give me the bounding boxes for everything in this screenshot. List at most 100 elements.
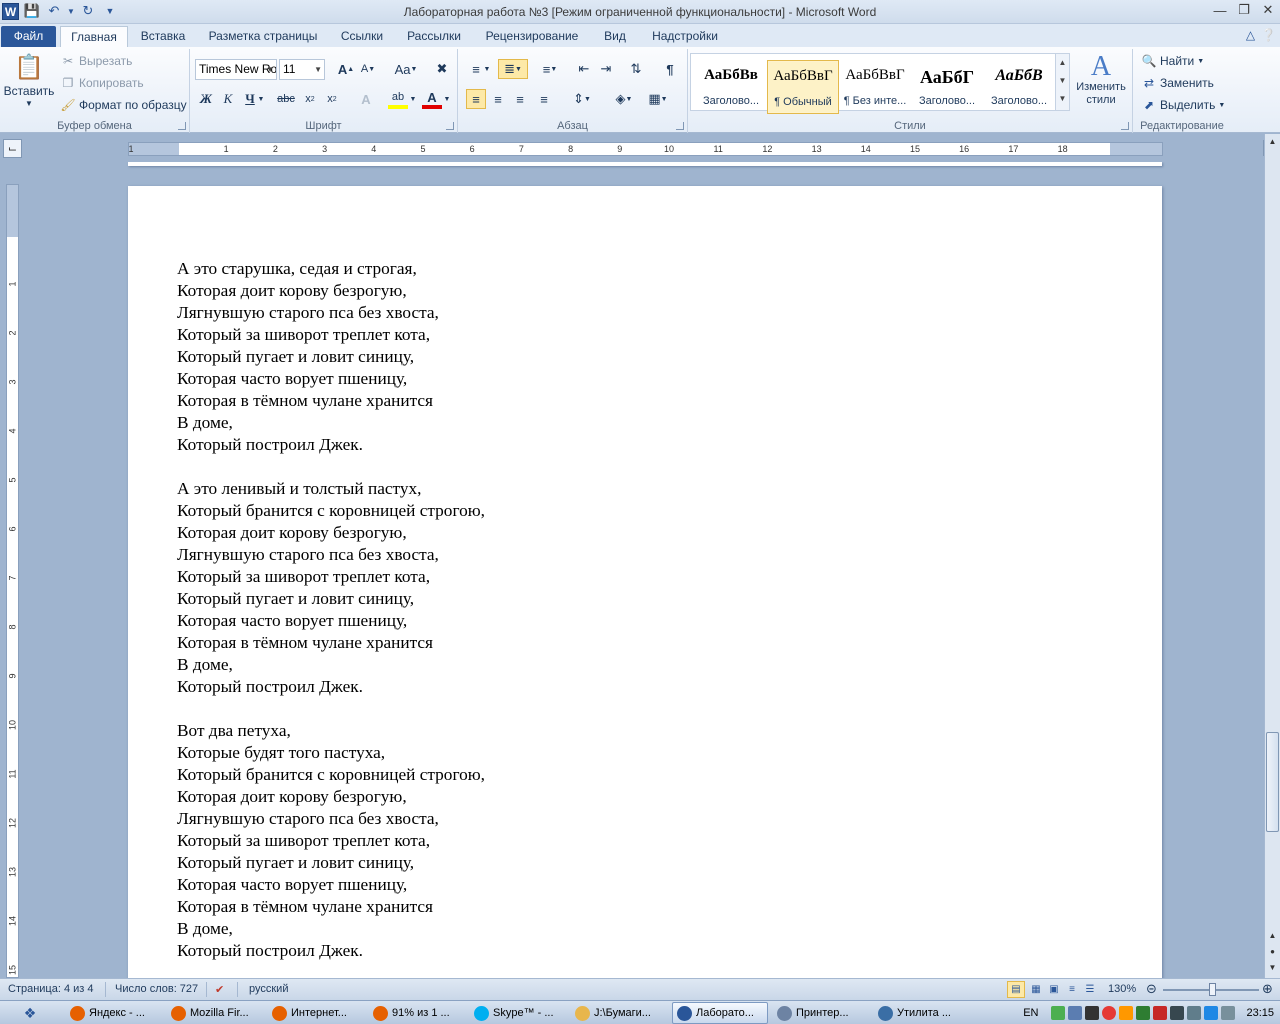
text-effects-icon[interactable]: A: [356, 89, 376, 109]
text-line[interactable]: Который за шиворот треплет кота,: [177, 830, 485, 852]
text-line[interactable]: Которая доит корову безрогую,: [177, 522, 485, 544]
text-line[interactable]: Которая доит корову безрогую,: [177, 280, 485, 302]
scroll-up-icon[interactable]: ▲: [1265, 928, 1280, 944]
sort-icon[interactable]: ⇅: [626, 59, 646, 79]
vertical-ruler[interactable]: 1 2 3 4 5 6 7 8 9 10 11 12 13 14 15: [6, 184, 19, 978]
increase-indent-icon[interactable]: ⇥: [596, 59, 616, 79]
line-spacing-icon[interactable]: ⇕ ▼: [568, 89, 596, 109]
clock[interactable]: 23:15: [1246, 1007, 1274, 1019]
text-line[interactable]: Которая в тёмном чулане хранится: [177, 896, 485, 918]
text-line[interactable]: Который построил Джек.: [177, 434, 485, 456]
taskbar-item[interactable]: Яндекс - ...: [66, 1002, 162, 1024]
highlight-dropdown-icon[interactable]: ▼: [408, 89, 418, 109]
shading-icon[interactable]: ◈ ▼: [610, 89, 638, 109]
zoom-level[interactable]: 130%: [1108, 983, 1136, 995]
align-left-icon[interactable]: ≡: [466, 89, 486, 109]
styles-scroll-down-icon[interactable]: ▼: [1056, 72, 1069, 90]
font-name-combo[interactable]: Times New Ro ▼: [195, 59, 277, 80]
text-line[interactable]: Который пугает и ловит синицу,: [177, 588, 485, 610]
tab-file[interactable]: Файл: [1, 26, 56, 47]
tray-antivirus-icon[interactable]: [1102, 1006, 1117, 1020]
start-button[interactable]: ❖: [2, 1003, 58, 1023]
shrink-font-icon[interactable]: A ▼: [358, 59, 378, 79]
style-normal[interactable]: АаБбВвГ ¶ Обычный: [767, 60, 839, 114]
multilevel-list-icon[interactable]: ≡ ▼: [536, 59, 564, 79]
tray-shield-icon[interactable]: [1119, 1006, 1134, 1020]
zoom-slider-thumb[interactable]: [1209, 983, 1216, 996]
scroll-down-icon[interactable]: ▼: [1265, 960, 1280, 976]
tab-stop-selector-icon[interactable]: ⌙: [3, 139, 22, 158]
text-line[interactable]: Которая часто ворует пшеницу,: [177, 874, 485, 896]
align-center-icon[interactable]: ≡: [488, 89, 508, 109]
close-icon[interactable]: ✕: [1256, 0, 1280, 20]
text-line[interactable]: Лягнувшую старого пса без хвоста,: [177, 302, 485, 324]
vertical-scrollbar[interactable]: ▲ ▲ ● ▼: [1264, 134, 1280, 978]
horizontal-ruler[interactable]: 1 1 2 3 4 5 6 7 8 9 10 11 12 13 14 15 16 17 18: [128, 142, 1163, 156]
tray-monitor-icon[interactable]: [1085, 1006, 1100, 1020]
numbering-icon[interactable]: ≣ ▼: [498, 59, 528, 79]
tab-page-layout[interactable]: Разметка страницы: [200, 26, 326, 47]
clear-formatting-icon[interactable]: ✖: [432, 59, 452, 79]
text-line[interactable]: Вот два петуха,: [177, 720, 485, 742]
maximize-icon[interactable]: ❐: [1232, 0, 1256, 20]
cut-button[interactable]: ✂ Вырезать: [60, 53, 132, 69]
tab-insert[interactable]: Вставка: [133, 26, 193, 47]
scroll-up-icon[interactable]: ▲: [1265, 134, 1280, 150]
style-no-spacing[interactable]: АаБбВвГ ¶ Без инте...: [839, 60, 911, 114]
find-button[interactable]: 🔍 Найти ▼: [1141, 53, 1205, 69]
text-line[interactable]: Лягнувшую старого пса без хвоста,: [177, 808, 485, 830]
taskbar-item[interactable]: Mozilla Fir...: [167, 1002, 263, 1024]
taskbar-item[interactable]: J:\Бумаги...: [571, 1002, 667, 1024]
text-line[interactable]: Которая часто ворует пшеницу,: [177, 368, 485, 390]
text-line[interactable]: Которая в тёмном чулане хранится: [177, 632, 485, 654]
align-right-icon[interactable]: ≡: [510, 89, 530, 109]
subscript-icon[interactable]: x2: [300, 89, 320, 109]
font-color-icon[interactable]: A: [422, 89, 442, 109]
text-line[interactable]: Который построил Джек.: [177, 676, 485, 698]
language-indicator[interactable]: русский: [249, 983, 288, 995]
styles-launcher-icon[interactable]: [1121, 122, 1129, 130]
paragraph-launcher-icon[interactable]: [676, 122, 684, 130]
taskbar-item[interactable]: Принтер...: [773, 1002, 869, 1024]
zoom-out-icon[interactable]: ⊝: [1146, 981, 1157, 997]
scroll-thumb[interactable]: [1266, 732, 1279, 832]
text-line[interactable]: В доме,: [177, 654, 485, 676]
underline-dropdown-icon[interactable]: ▼: [256, 89, 266, 109]
taskbar-item[interactable]: Утилита ...: [874, 1002, 970, 1024]
taskbar-item[interactable]: 91% из 1 ...: [369, 1002, 465, 1024]
copy-button[interactable]: ❐ Копировать: [60, 75, 144, 91]
text-line[interactable]: Который пугает и ловит синицу,: [177, 852, 485, 874]
text-line[interactable]: Которые будят того пастуха,: [177, 742, 485, 764]
text-line[interactable]: А это старушка, седая и строгая,: [177, 258, 485, 280]
change-case-icon[interactable]: Aa ▼: [392, 59, 420, 79]
font-size-combo[interactable]: 11 ▼: [279, 59, 325, 80]
web-layout-icon[interactable]: ▣: [1045, 981, 1063, 998]
draft-icon[interactable]: ☰: [1081, 981, 1099, 998]
proofing-icon[interactable]: ✔: [215, 983, 224, 996]
styles-scroll-up-icon[interactable]: ▲: [1056, 54, 1069, 72]
text-line[interactable]: Который за шиворот треплет кота,: [177, 324, 485, 346]
paste-button[interactable]: 📋 Вставить ▼: [4, 51, 55, 109]
help-icon[interactable]: ❔: [1261, 28, 1276, 42]
show-marks-icon[interactable]: ¶: [660, 59, 680, 79]
print-layout-icon[interactable]: ▤: [1007, 981, 1025, 998]
taskbar-item[interactable]: Интернет...: [268, 1002, 364, 1024]
text-line[interactable]: Которая в тёмном чулане хранится: [177, 390, 485, 412]
text-line[interactable]: В доме,: [177, 918, 485, 940]
tray-bluetooth-icon[interactable]: [1204, 1006, 1219, 1020]
text-line[interactable]: А это ленивый и толстый пастух,: [177, 478, 485, 500]
select-button[interactable]: ⬈ Выделить ▼: [1141, 97, 1225, 113]
tray-battery-icon[interactable]: [1170, 1006, 1185, 1020]
styles-scroll[interactable]: ▲ ▼ ▼: [1055, 54, 1069, 110]
full-screen-reading-icon[interactable]: ▦: [1027, 981, 1045, 998]
outline-icon[interactable]: ≡: [1063, 981, 1081, 998]
italic-icon[interactable]: К: [218, 89, 238, 109]
minimize-icon[interactable]: —: [1208, 0, 1232, 20]
grow-font-icon[interactable]: A ▲: [336, 59, 356, 79]
text-line[interactable]: Которая часто ворует пшеницу,: [177, 610, 485, 632]
clipboard-launcher-icon[interactable]: [178, 122, 186, 130]
bold-icon[interactable]: Ж: [196, 89, 216, 109]
font-launcher-icon[interactable]: [446, 122, 454, 130]
page-count[interactable]: Страница: 4 из 4: [8, 983, 94, 995]
document-text[interactable]: А это старушка, седая и строгая, Которая …: [177, 258, 485, 978]
